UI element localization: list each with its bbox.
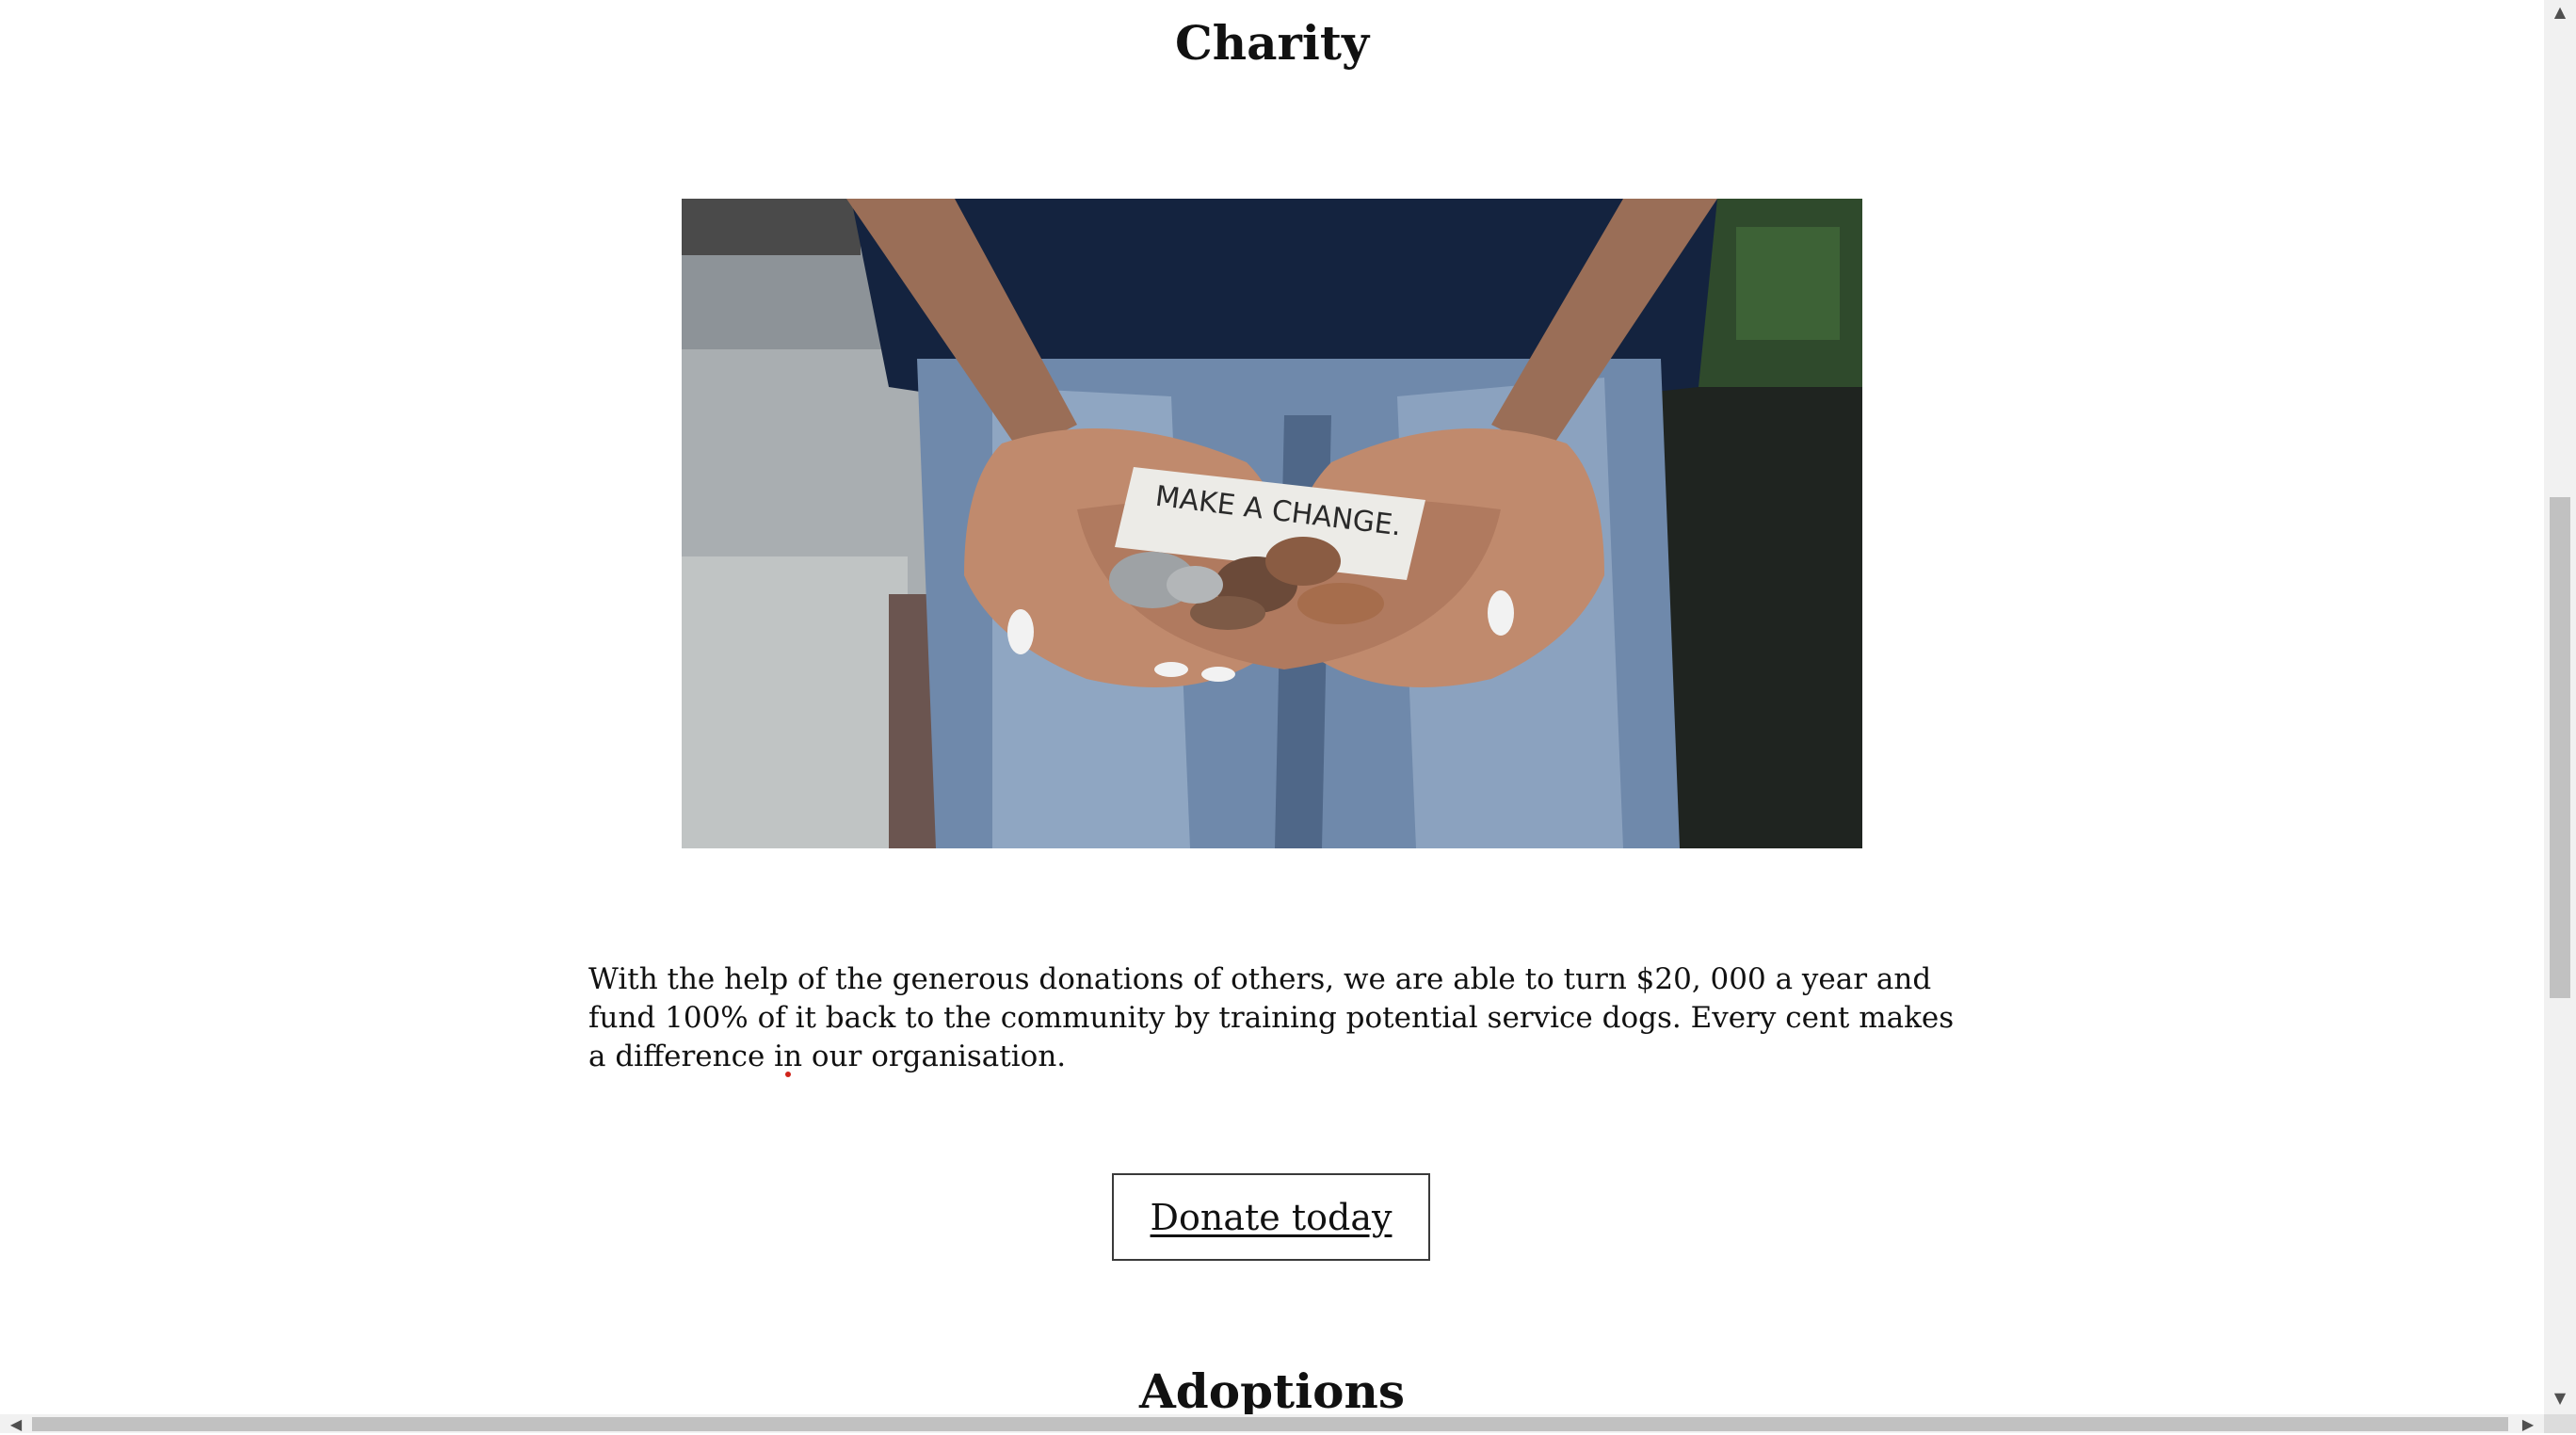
- scrollbar-corner: [2544, 1414, 2576, 1433]
- scroll-right-arrow-icon[interactable]: ▶: [2512, 1412, 2544, 1435]
- donate-button-label: Donate today: [1150, 1196, 1393, 1238]
- charity-paragraph-part2: our organisation.: [802, 1040, 1067, 1073]
- vertical-scroll-thumb[interactable]: [2550, 497, 2570, 998]
- charity-photo: MAKE A CHANGE.: [682, 199, 1862, 848]
- scroll-up-arrow-icon[interactable]: ▲: [2544, 0, 2576, 23]
- adoptions-heading: Adoptions: [1138, 1363, 1405, 1414]
- scroll-left-arrow-icon[interactable]: ◀: [0, 1412, 32, 1435]
- scroll-down-arrow-icon[interactable]: ▼: [2544, 1386, 2576, 1409]
- vertical-scrollbar[interactable]: ▲ ▼: [2544, 0, 2576, 1414]
- page-content: Charity MAKE A CHANGE. With the help of …: [0, 0, 2544, 1414]
- spellcheck-flagged-word: in: [774, 1040, 803, 1073]
- horizontal-scrollbar[interactable]: ◀ ▶: [0, 1414, 2544, 1433]
- horizontal-scroll-thumb[interactable]: [32, 1417, 2508, 1431]
- charity-paragraph: With the help of the generous donations …: [588, 960, 1972, 1076]
- charity-heading: Charity: [1174, 15, 1370, 71]
- donate-button[interactable]: Donate today: [1112, 1173, 1430, 1261]
